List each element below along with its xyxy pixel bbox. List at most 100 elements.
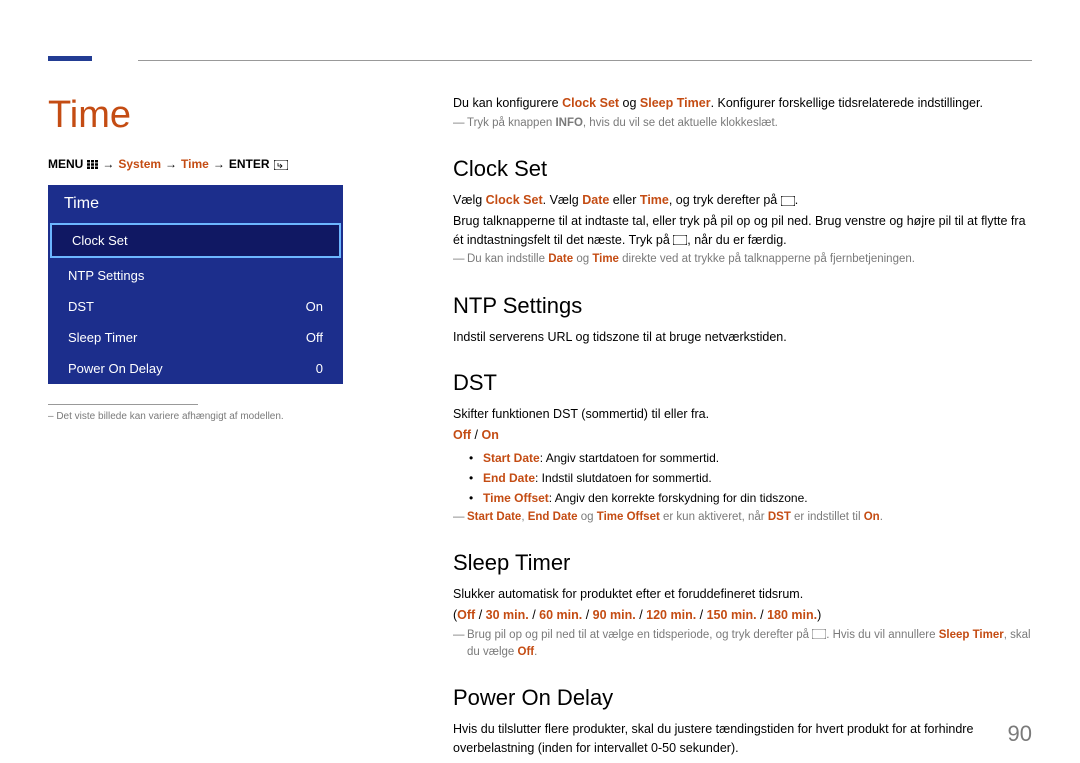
ntp-body: Indstil serverens URL og tidszone til at… bbox=[453, 328, 1032, 347]
text: Off bbox=[457, 608, 475, 622]
arrow-icon: → bbox=[102, 157, 114, 171]
accent-bar bbox=[48, 56, 92, 61]
text: / bbox=[471, 428, 481, 442]
menu-panel: Time Clock Set NTP Settings DST On Sleep… bbox=[48, 185, 343, 384]
power-on-delay-heading: Power On Delay bbox=[453, 681, 1032, 714]
text: / bbox=[529, 608, 539, 622]
arrow-icon: → bbox=[165, 157, 177, 171]
text: Start Date bbox=[467, 511, 521, 523]
text: On bbox=[481, 428, 498, 442]
text: : Angiv startdatoen for sommertid. bbox=[540, 451, 719, 465]
text: Time bbox=[640, 193, 669, 207]
breadcrumb: MENU → System → Time → ENTER bbox=[48, 157, 403, 171]
text: End Date bbox=[483, 471, 535, 485]
sleep-note: Brug pil op og pil ned til at vælge en t… bbox=[467, 627, 1032, 662]
clockset-line2: Brug talknapperne til at indtaste tal, e… bbox=[453, 212, 1032, 250]
text: / bbox=[636, 608, 646, 622]
dst-bullets: Start Date: Angiv startdatoen for sommer… bbox=[483, 449, 1032, 507]
text: . Hvis du vil annullere bbox=[826, 629, 939, 641]
text: 180 min. bbox=[767, 608, 817, 622]
menu-item-value: Off bbox=[306, 330, 323, 345]
menu-item-label: Clock Set bbox=[72, 233, 128, 248]
text: On bbox=[864, 511, 880, 523]
text: / bbox=[696, 608, 706, 622]
text: Clock Set bbox=[562, 96, 619, 110]
breadcrumb-system: System bbox=[118, 157, 161, 171]
clockset-line1: Vælg Clock Set. Vælg Date eller Time, og… bbox=[453, 191, 1032, 210]
dst-body: Skifter funktionen DST (sommertid) til e… bbox=[453, 405, 1032, 424]
page-number: 90 bbox=[1008, 721, 1032, 747]
menu-item-label: Power On Delay bbox=[68, 361, 163, 376]
dst-options: Off / On bbox=[453, 426, 1032, 445]
text: eller bbox=[609, 193, 640, 207]
text: INFO bbox=[555, 117, 582, 129]
sleep-body: Slukker automatisk for produktet efter e… bbox=[453, 585, 1032, 604]
menu-item-value: 0 bbox=[316, 361, 323, 376]
text: . bbox=[534, 646, 537, 658]
text: , hvis du vil se det aktuelle klokkeslæt… bbox=[583, 117, 778, 129]
text: direkte ved at trykke på talknapperne på… bbox=[619, 253, 915, 265]
text: Sleep Timer bbox=[640, 96, 711, 110]
enter-icon bbox=[812, 629, 826, 641]
clockset-note: Du kan indstille Date og Time direkte ve… bbox=[467, 251, 1032, 268]
text: / bbox=[475, 608, 485, 622]
text: DST bbox=[768, 511, 791, 523]
menu-item-dst[interactable]: DST On bbox=[48, 291, 343, 322]
pod-body: Hvis du tilslutter flere produkter, skal… bbox=[453, 720, 1032, 758]
sleep-timer-heading: Sleep Timer bbox=[453, 546, 1032, 579]
text: er indstillet til bbox=[791, 511, 864, 523]
text: ) bbox=[817, 608, 821, 622]
text: Du kan indstille bbox=[467, 253, 548, 265]
text: . Vælg bbox=[543, 193, 583, 207]
sleep-options: (Off / 30 min. / 60 min. / 90 min. / 120… bbox=[453, 606, 1032, 625]
text: Time Offset bbox=[483, 491, 549, 505]
list-item: Time Offset: Angiv den korrekte forskydn… bbox=[483, 489, 1032, 507]
menu-item-label: DST bbox=[68, 299, 94, 314]
text: . bbox=[880, 511, 883, 523]
text: Off bbox=[453, 428, 471, 442]
ntp-heading: NTP Settings bbox=[453, 289, 1032, 322]
text: 60 min. bbox=[539, 608, 582, 622]
dst-heading: DST bbox=[453, 366, 1032, 399]
disclaimer-rule bbox=[48, 404, 198, 405]
top-bar bbox=[48, 38, 1032, 64]
enter-icon bbox=[274, 157, 288, 171]
intro-note: Tryk på knappen INFO, hvis du vil se det… bbox=[467, 115, 1032, 132]
menu-item-value: On bbox=[306, 299, 323, 314]
text: Time bbox=[592, 253, 619, 265]
menu-item-sleep-timer[interactable]: Sleep Timer Off bbox=[48, 322, 343, 353]
breadcrumb-time: Time bbox=[181, 157, 209, 171]
text: Vælg bbox=[453, 193, 486, 207]
text: : Angiv den korrekte forskydning for din… bbox=[549, 491, 808, 505]
text: Date bbox=[548, 253, 573, 265]
text: / bbox=[582, 608, 592, 622]
text: 150 min. bbox=[707, 608, 757, 622]
text: Brug pil op og pil ned til at vælge en t… bbox=[467, 629, 812, 641]
text: End Date bbox=[528, 511, 578, 523]
text: 120 min. bbox=[646, 608, 696, 622]
arrow-icon: → bbox=[213, 157, 225, 171]
list-item: Start Date: Angiv startdatoen for sommer… bbox=[483, 449, 1032, 467]
text: og bbox=[573, 253, 592, 265]
intro-text: Du kan konfigurere Clock Set og Sleep Ti… bbox=[453, 94, 1032, 113]
menu-item-label: Sleep Timer bbox=[68, 330, 137, 345]
text: Time Offset bbox=[597, 511, 660, 523]
text: er kun aktiveret, når bbox=[660, 511, 768, 523]
menu-item-label: NTP Settings bbox=[68, 268, 144, 283]
top-rule bbox=[138, 60, 1032, 61]
text: , og tryk derefter på bbox=[669, 193, 781, 207]
text: Sleep Timer bbox=[939, 629, 1004, 641]
text: Off bbox=[518, 646, 535, 658]
text: / bbox=[757, 608, 767, 622]
menu-item-power-on-delay[interactable]: Power On Delay 0 bbox=[48, 353, 343, 384]
menu-header: Time bbox=[48, 185, 343, 221]
menu-item-clock-set[interactable]: Clock Set bbox=[50, 223, 341, 258]
disclaimer-text: – Det viste billede kan variere afhængig… bbox=[48, 411, 403, 422]
clock-set-heading: Clock Set bbox=[453, 152, 1032, 185]
breadcrumb-enter: ENTER bbox=[229, 157, 270, 171]
text: Clock Set bbox=[486, 193, 543, 207]
text: 30 min. bbox=[486, 608, 529, 622]
menu-item-ntp-settings[interactable]: NTP Settings bbox=[48, 260, 343, 291]
text: Du kan konfigurere bbox=[453, 96, 562, 110]
menu-grid-icon bbox=[87, 157, 98, 171]
